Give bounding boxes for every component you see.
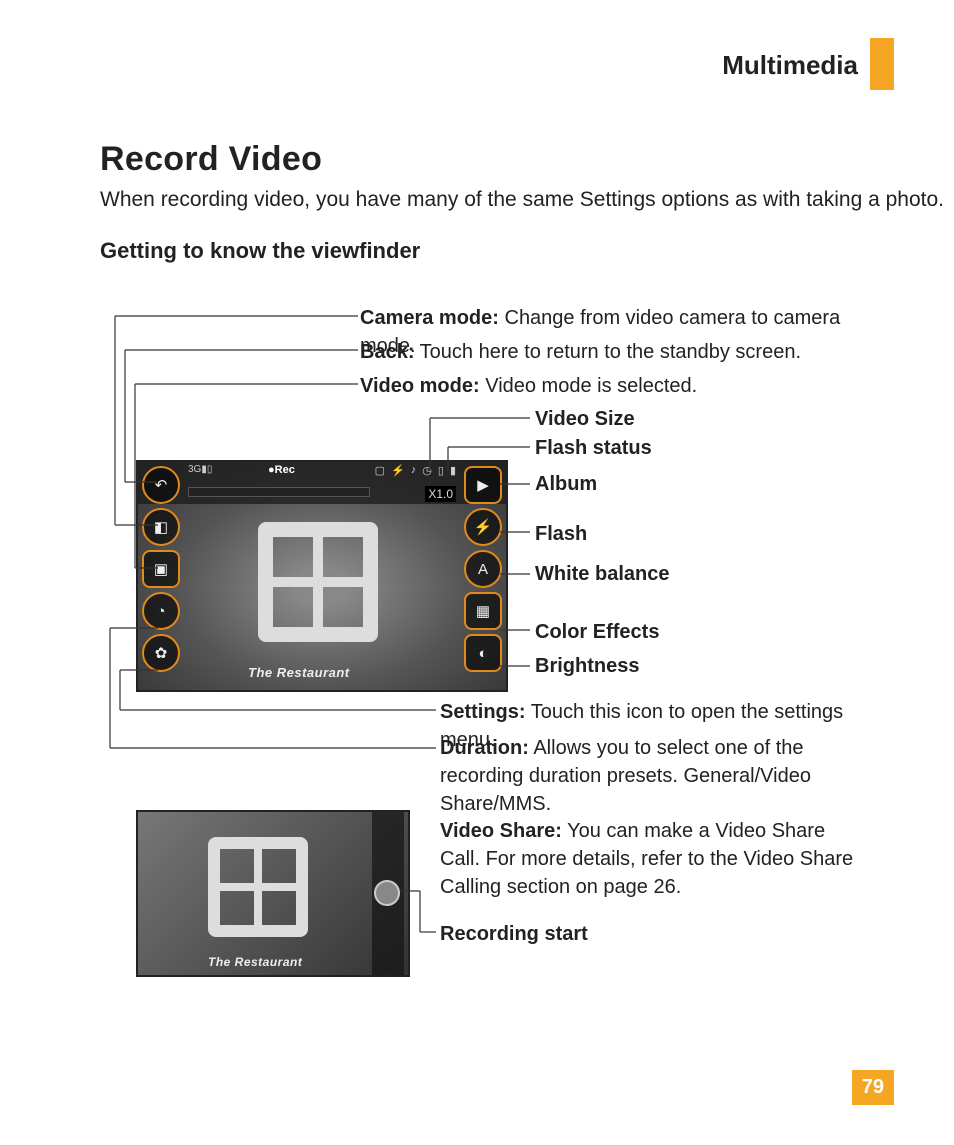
record-button-icon[interactable] xyxy=(374,880,400,906)
flash-icon[interactable]: ⚡ xyxy=(464,508,502,546)
section-header: Multimedia xyxy=(722,40,894,90)
sample-caption: The Restaurant xyxy=(208,955,302,969)
sample-subject xyxy=(208,837,308,937)
duration-icon[interactable]: ◔ xyxy=(142,592,180,630)
viewfinder-secondary: The Restaurant xyxy=(136,810,410,977)
viewfinder-main: 3G▮▯ ●Rec ▢ ⚡ ♪ ◷ ▯ ▮ X1.0 The Restauran… xyxy=(136,460,508,692)
callout-brightness: Brightness xyxy=(535,652,639,680)
callout-album: Album xyxy=(535,470,597,498)
callout-flash-status: Flash status xyxy=(535,434,652,462)
left-controls: ↶ ◧ ▣ ◔ ✿ xyxy=(142,462,180,690)
video-mode-icon[interactable]: ▣ xyxy=(142,550,180,588)
camera-mode-icon[interactable]: ◧ xyxy=(142,508,180,546)
rec-indicator: ●Rec xyxy=(268,464,295,476)
callout-flash: Flash xyxy=(535,520,587,548)
flash-status-icon: ⚡ xyxy=(391,464,405,480)
callout-white-balance: White balance xyxy=(535,560,669,588)
header-accent-bar xyxy=(870,38,894,90)
callout-label: Duration: xyxy=(440,737,529,759)
brightness-icon[interactable]: ◐ xyxy=(464,634,502,672)
callout-label: Video mode: xyxy=(360,375,480,397)
battery-icon: ▮ xyxy=(450,464,456,480)
callout-back: Back: Touch here to return to the standb… xyxy=(360,338,880,366)
sample-caption: The Restaurant xyxy=(248,665,350,680)
callout-label: Camera mode: xyxy=(360,307,499,329)
status-icons: ▢ ⚡ ♪ ◷ ▯ ▮ xyxy=(308,464,456,480)
subheading: Getting to know the viewfinder xyxy=(100,238,420,264)
tone-icon: ♪ xyxy=(411,464,417,480)
callout-video-mode: Video mode: Video mode is selected. xyxy=(360,372,880,400)
sample-subject xyxy=(258,522,378,642)
white-balance-icon[interactable]: A xyxy=(464,550,502,588)
callout-label: Video Share: xyxy=(440,820,562,842)
right-controls: ▶ ⚡ A ▦ ◐ xyxy=(464,462,502,690)
progress-bar xyxy=(188,487,370,497)
intro-text: When recording video, you have many of t… xyxy=(100,188,944,212)
page-title: Record Video xyxy=(100,140,322,179)
page-number: 79 xyxy=(852,1070,894,1105)
zoom-level: X1.0 xyxy=(425,486,456,502)
phone-icon: ▯ xyxy=(438,464,444,480)
color-effects-icon[interactable]: ▦ xyxy=(464,592,502,630)
callout-duration: Duration: Allows you to select one of th… xyxy=(440,734,870,818)
section-title: Multimedia xyxy=(722,50,858,81)
callout-label: Back: xyxy=(360,341,414,363)
signal-icon: 3G▮▯ xyxy=(188,464,212,475)
callout-video-size: Video Size xyxy=(535,405,635,433)
back-icon[interactable]: ↶ xyxy=(142,466,180,504)
callout-text: Touch here to return to the standby scre… xyxy=(414,341,801,363)
callout-color-effects: Color Effects xyxy=(535,618,659,646)
callout-recording-start: Recording start xyxy=(440,920,588,948)
video-size-icon: ▢ xyxy=(375,464,385,480)
clock-icon: ◷ xyxy=(422,464,432,480)
settings-icon[interactable]: ✿ xyxy=(142,634,180,672)
album-icon[interactable]: ▶ xyxy=(464,466,502,504)
callout-label: Settings: xyxy=(440,701,526,723)
callout-video-share: Video Share: You can make a Video Share … xyxy=(440,817,870,901)
callout-text: Video mode is selected. xyxy=(480,375,698,397)
